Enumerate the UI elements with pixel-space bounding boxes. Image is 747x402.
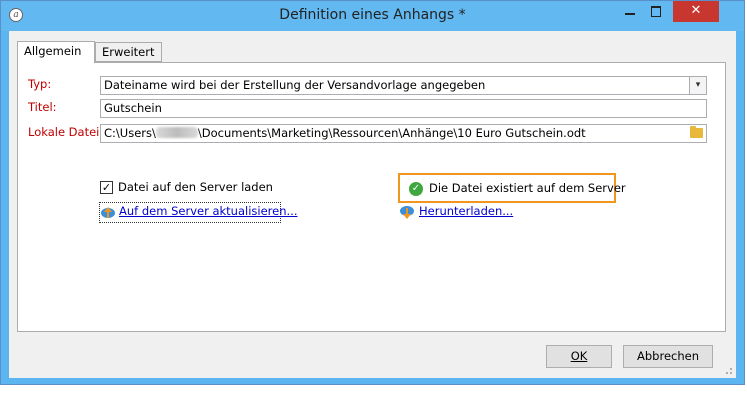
ok-button-label: OK (570, 349, 588, 363)
download-link[interactable]: Herunterladen... (419, 204, 513, 218)
folder-icon[interactable] (690, 126, 703, 138)
minimize-button[interactable] (617, 1, 643, 22)
upload-checkbox[interactable]: ✓ (100, 181, 113, 194)
type-dropdown-value: Dateiname wird bei der Erstellung der Ve… (104, 78, 486, 92)
check-circle-icon: ✓ (409, 182, 423, 196)
ok-button[interactable]: OK (546, 345, 612, 368)
tab-erweitert[interactable]: Erweitert (95, 42, 162, 62)
cloud-upload-icon (101, 207, 115, 218)
file-path-prefix: C:\Users\ (104, 126, 156, 140)
file-exists-status: ✓ Die Datei existiert auf dem Server (398, 173, 626, 203)
file-path-suffix: \Documents\Marketing\Ressourcen\Anhänge\… (197, 126, 586, 140)
local-file-input[interactable]: C:\Users\ \Documents\Marketing\Ressourcen… (100, 124, 707, 143)
close-icon: ✕ (690, 3, 702, 18)
file-exists-status-text: Die Datei existiert auf dem Server (429, 181, 626, 195)
update-on-server-link[interactable]: Auf dem Server aktualisieren... (119, 204, 297, 218)
local-file-label: Lokale Datei: (28, 125, 104, 139)
title-input-value: Gutschein (104, 101, 162, 115)
upload-checkbox-label: Datei auf den Server laden (118, 180, 273, 194)
type-label: Typ: (28, 77, 52, 91)
dialog-client-area: Allgemein Erweitert Typ: Dateiname wird … (9, 31, 736, 378)
close-button[interactable]: ✕ (673, 1, 719, 22)
dialog-window: a Definition eines Anhangs * ✕ Allgemein… (0, 0, 745, 385)
title-label: Titel: (28, 100, 57, 114)
tab-label: Erweitert (102, 45, 155, 59)
cloud-download-icon (400, 206, 414, 219)
tab-label: Allgemein (24, 44, 82, 58)
cancel-button[interactable]: Abbrechen (623, 345, 713, 368)
redacted-username (155, 127, 198, 138)
title-input[interactable]: Gutschein (100, 99, 707, 118)
minimize-icon (625, 13, 635, 15)
title-bar[interactable]: a Definition eines Anhangs * ✕ (1, 1, 744, 31)
cancel-button-label: Abbrechen (637, 349, 699, 363)
tab-allgemein[interactable]: Allgemein (17, 41, 95, 63)
maximize-button[interactable] (643, 1, 669, 22)
type-dropdown[interactable]: Dateiname wird bei der Erstellung der Ve… (100, 76, 707, 95)
resize-grip-icon[interactable] (723, 365, 733, 375)
chevron-down-icon[interactable]: ▾ (689, 77, 706, 94)
maximize-icon (651, 6, 661, 17)
tab-panel-general: Typ: Dateiname wird bei der Erstellung d… (17, 62, 726, 332)
